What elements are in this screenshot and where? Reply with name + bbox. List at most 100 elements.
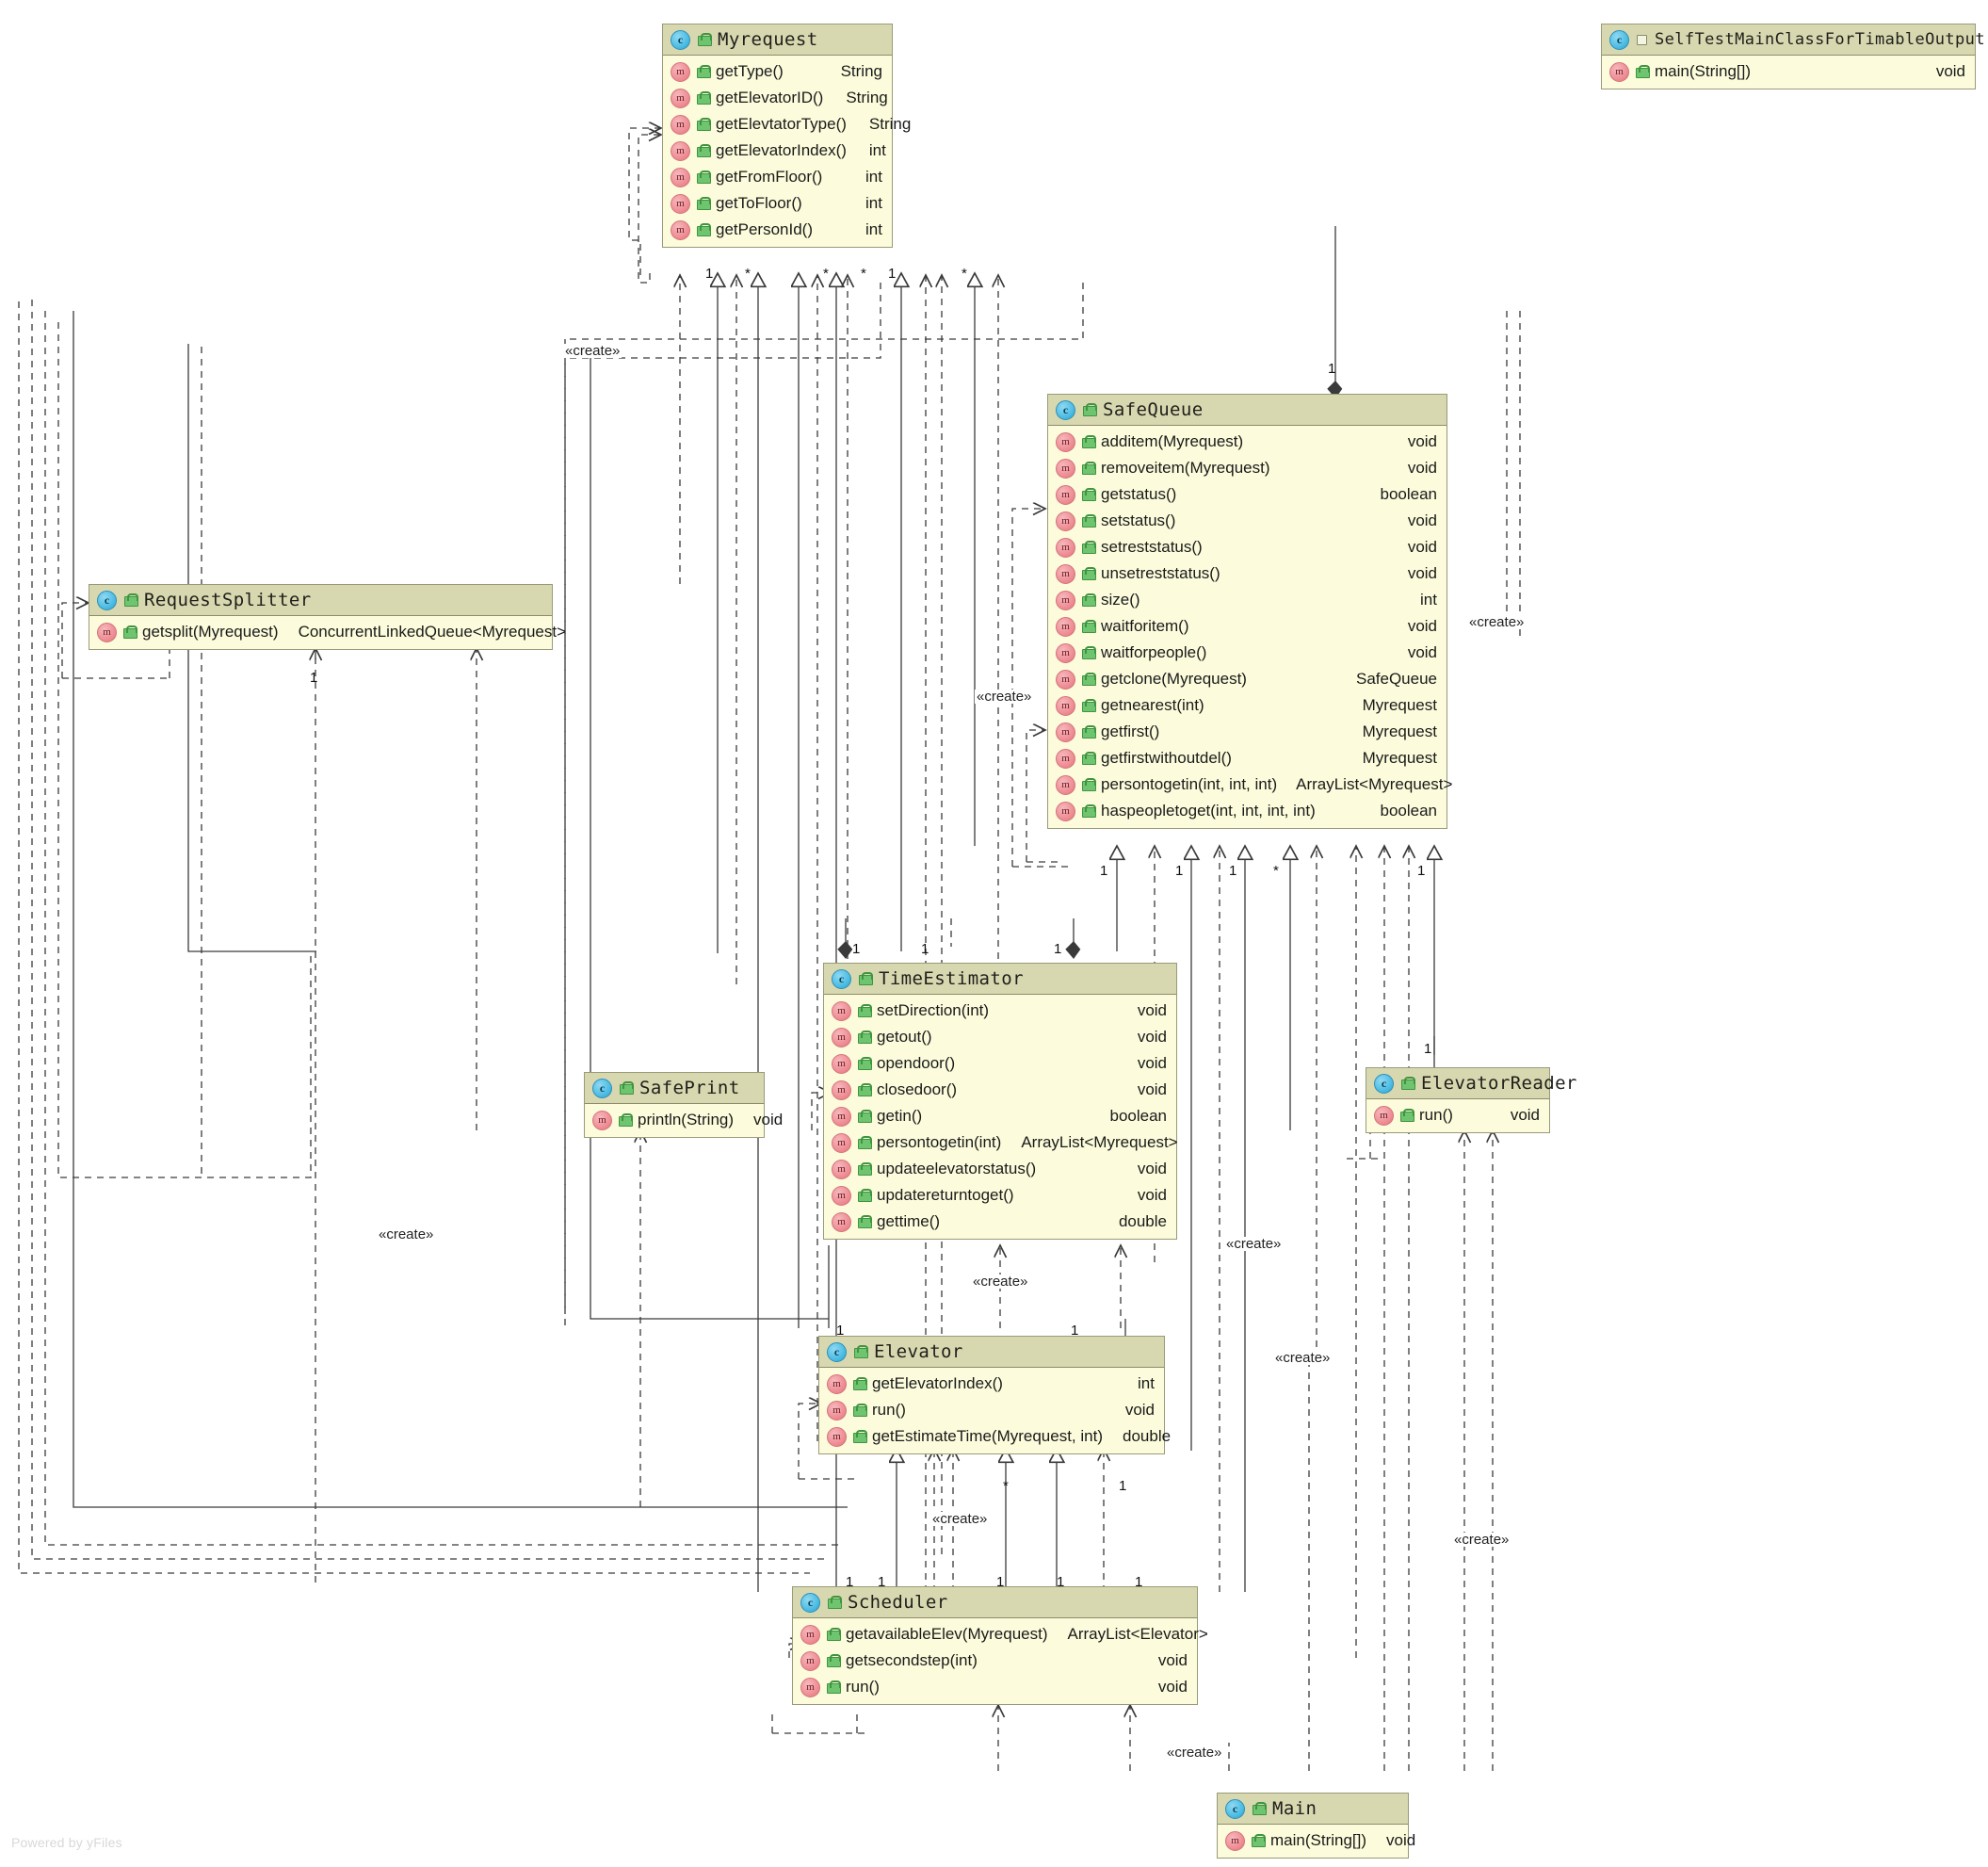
lock-icon [697,197,711,210]
member-row[interactable]: m unsetreststatus() void [1048,560,1447,587]
member-row[interactable]: m getfirstwithoutdel() Myrequest [1048,745,1447,771]
multiplicity-label: 1 [852,941,861,957]
member-row[interactable]: m run() void [819,1397,1164,1423]
method-icon: m [671,140,690,161]
member-row[interactable]: m getType() String [663,58,892,85]
member-row[interactable]: m getfirst() Myrequest [1048,719,1447,745]
member-row[interactable]: m setstatus() void [1048,508,1447,534]
member-row[interactable]: m updateelevatorstatus() void [824,1156,1176,1182]
member-row[interactable]: m persontogetin(int) ArrayList<Myrequest> [824,1129,1178,1156]
member-row[interactable]: m removeitem(Myrequest) void [1048,455,1447,481]
class-title: Main [1272,1798,1317,1819]
lock-icon [1401,1077,1415,1090]
member-row[interactable]: m getnearest(int) Myrequest [1048,692,1447,719]
member-signature: setstatus() [1101,511,1176,529]
lock-icon [1400,1109,1414,1122]
member-list: m getsplit(Myrequest) ConcurrentLinkedQueu… [89,616,566,649]
multiplicity-label: 1 [836,1323,845,1339]
member-signature: additem(Myrequest) [1101,432,1244,450]
multiplicity-label: 1 [1229,863,1237,879]
member-row[interactable]: m getout() void [824,1024,1176,1050]
member-type: void [1137,1160,1167,1177]
member-row[interactable]: m getElevtatorType() String [663,111,911,138]
member-type: void [1124,1401,1155,1419]
member-row[interactable]: m haspeopletoget(int, int, int, int) boole… [1048,798,1447,824]
member-row[interactable]: m run() void [793,1674,1197,1700]
member-row[interactable]: m getElevatorIndex() int [819,1371,1164,1397]
lock-icon [828,1596,842,1609]
class-box-safeprint[interactable]: c SafePrint m println(String) void [584,1072,783,1138]
member-row[interactable]: m println(String) void [585,1107,783,1133]
class-header-myrequest: c Myrequest [663,24,892,56]
member-signature: waitforpeople() [1101,643,1207,661]
class-box-elevator[interactable]: c Elevator m getElevatorIndex() int m run()… [818,1336,1171,1454]
lock-icon [1082,620,1096,633]
class-header-safequeue: c SafeQueue [1048,395,1447,426]
method-icon: m [1056,484,1075,505]
class-box-scheduler[interactable]: c Scheduler m getavailableElev(Myrequest)… [792,1586,1208,1705]
member-row[interactable]: m getstatus() boolean [1048,481,1447,508]
class-box-requestsplitter[interactable]: c RequestSplitter m getsplit(Myrequest) Co… [89,584,566,650]
edge-label-create: «create» [930,1511,990,1527]
member-row[interactable]: m getclone(Myrequest) SafeQueue [1048,666,1447,692]
member-type: ArrayList<Myrequest> [1021,1133,1178,1151]
member-row[interactable]: m waitforitem() void [1048,613,1447,640]
class-box-timeestimator[interactable]: c TimeEstimator m setDirection(int) void m… [823,963,1178,1240]
lock-icon [1082,567,1096,580]
member-row[interactable]: m size() int [1048,587,1447,613]
member-row[interactable]: m opendoor() void [824,1050,1176,1077]
member-type: ConcurrentLinkedQueue<Myrequest> [298,623,567,641]
lock-icon [1636,65,1650,78]
member-row[interactable]: m persontogetin(int, int, int) ArrayList<M… [1048,771,1452,798]
method-icon: m [800,1677,820,1697]
member-row[interactable]: m setDirection(int) void [824,998,1176,1024]
member-signature: getElevtatorType() [716,115,847,133]
watermark: Powered by yFiles [11,1835,122,1850]
multiplicity-label: 1 [1054,941,1062,957]
member-row[interactable]: m getElevatorID() String [663,85,892,111]
member-row[interactable]: m getsplit(Myrequest) ConcurrentLinkedQueu… [89,619,566,645]
member-row[interactable]: m gettime() double [824,1209,1176,1235]
method-icon: m [1056,774,1075,795]
member-row[interactable]: m setreststatus() void [1048,534,1447,560]
member-row[interactable]: m getElevatorIndex() int [663,138,892,164]
member-row[interactable]: m getin() boolean [824,1103,1176,1129]
class-box-main[interactable]: c Main m main(String[]) void [1217,1793,1415,1859]
edge-label-create: «create» [1165,1745,1224,1761]
member-row[interactable]: m updatereturntoget() void [824,1182,1176,1209]
member-signature: getFromFloor() [716,168,823,186]
method-icon: m [832,1185,851,1206]
lock-icon [698,33,712,46]
class-box-selftestmainclassfortimableoutput[interactable]: c SelfTestMainClassForTimableOutput m mai… [1601,24,1985,89]
member-row[interactable]: m getsecondstep(int) void [793,1648,1197,1674]
member-row[interactable]: m main(String[]) void [1218,1827,1415,1854]
class-box-safequeue[interactable]: c SafeQueue m additem(Myrequest) void m rem… [1047,394,1452,829]
member-row[interactable]: m getToFloor() int [663,190,892,217]
method-icon: m [97,622,117,642]
member-type: ArrayList<Myrequest> [1296,775,1453,793]
lock-icon [827,1654,841,1667]
member-row[interactable]: m additem(Myrequest) void [1048,429,1447,455]
member-signature: waitforitem() [1101,617,1189,635]
class-title: Myrequest [718,29,818,50]
member-row[interactable]: m main(String[]) void [1602,58,1975,85]
lock-icon [858,1189,872,1202]
member-row[interactable]: m getavailableElev(Myrequest) ArrayList<El… [793,1621,1208,1648]
member-row[interactable]: m getFromFloor() int [663,164,892,190]
member-type: void [1137,1028,1167,1046]
member-row[interactable]: m getEstimateTime(Myrequest, int) double [819,1423,1171,1450]
lock-icon [853,1430,867,1443]
class-box-myrequest[interactable]: c Myrequest m getType() String m getElevato… [662,24,911,248]
member-signature: getavailableElev(Myrequest) [846,1625,1048,1643]
member-row[interactable]: m getPersonId() int [663,217,892,243]
member-row[interactable]: m closedoor() void [824,1077,1176,1103]
member-row[interactable]: m run() void [1366,1102,1549,1128]
edge-label-create: «create» [563,343,622,359]
class-icon: c [1374,1073,1394,1094]
multiplicity-label: 1 [1119,1478,1127,1494]
class-box-elevatorreader[interactable]: c ElevatorReader m run() void [1366,1067,1576,1133]
member-row[interactable]: m waitforpeople() void [1048,640,1447,666]
multiplicity-label: 1 [310,670,318,686]
class-icon: c [592,1078,612,1098]
multiplicity-label: 1 [1175,863,1184,879]
